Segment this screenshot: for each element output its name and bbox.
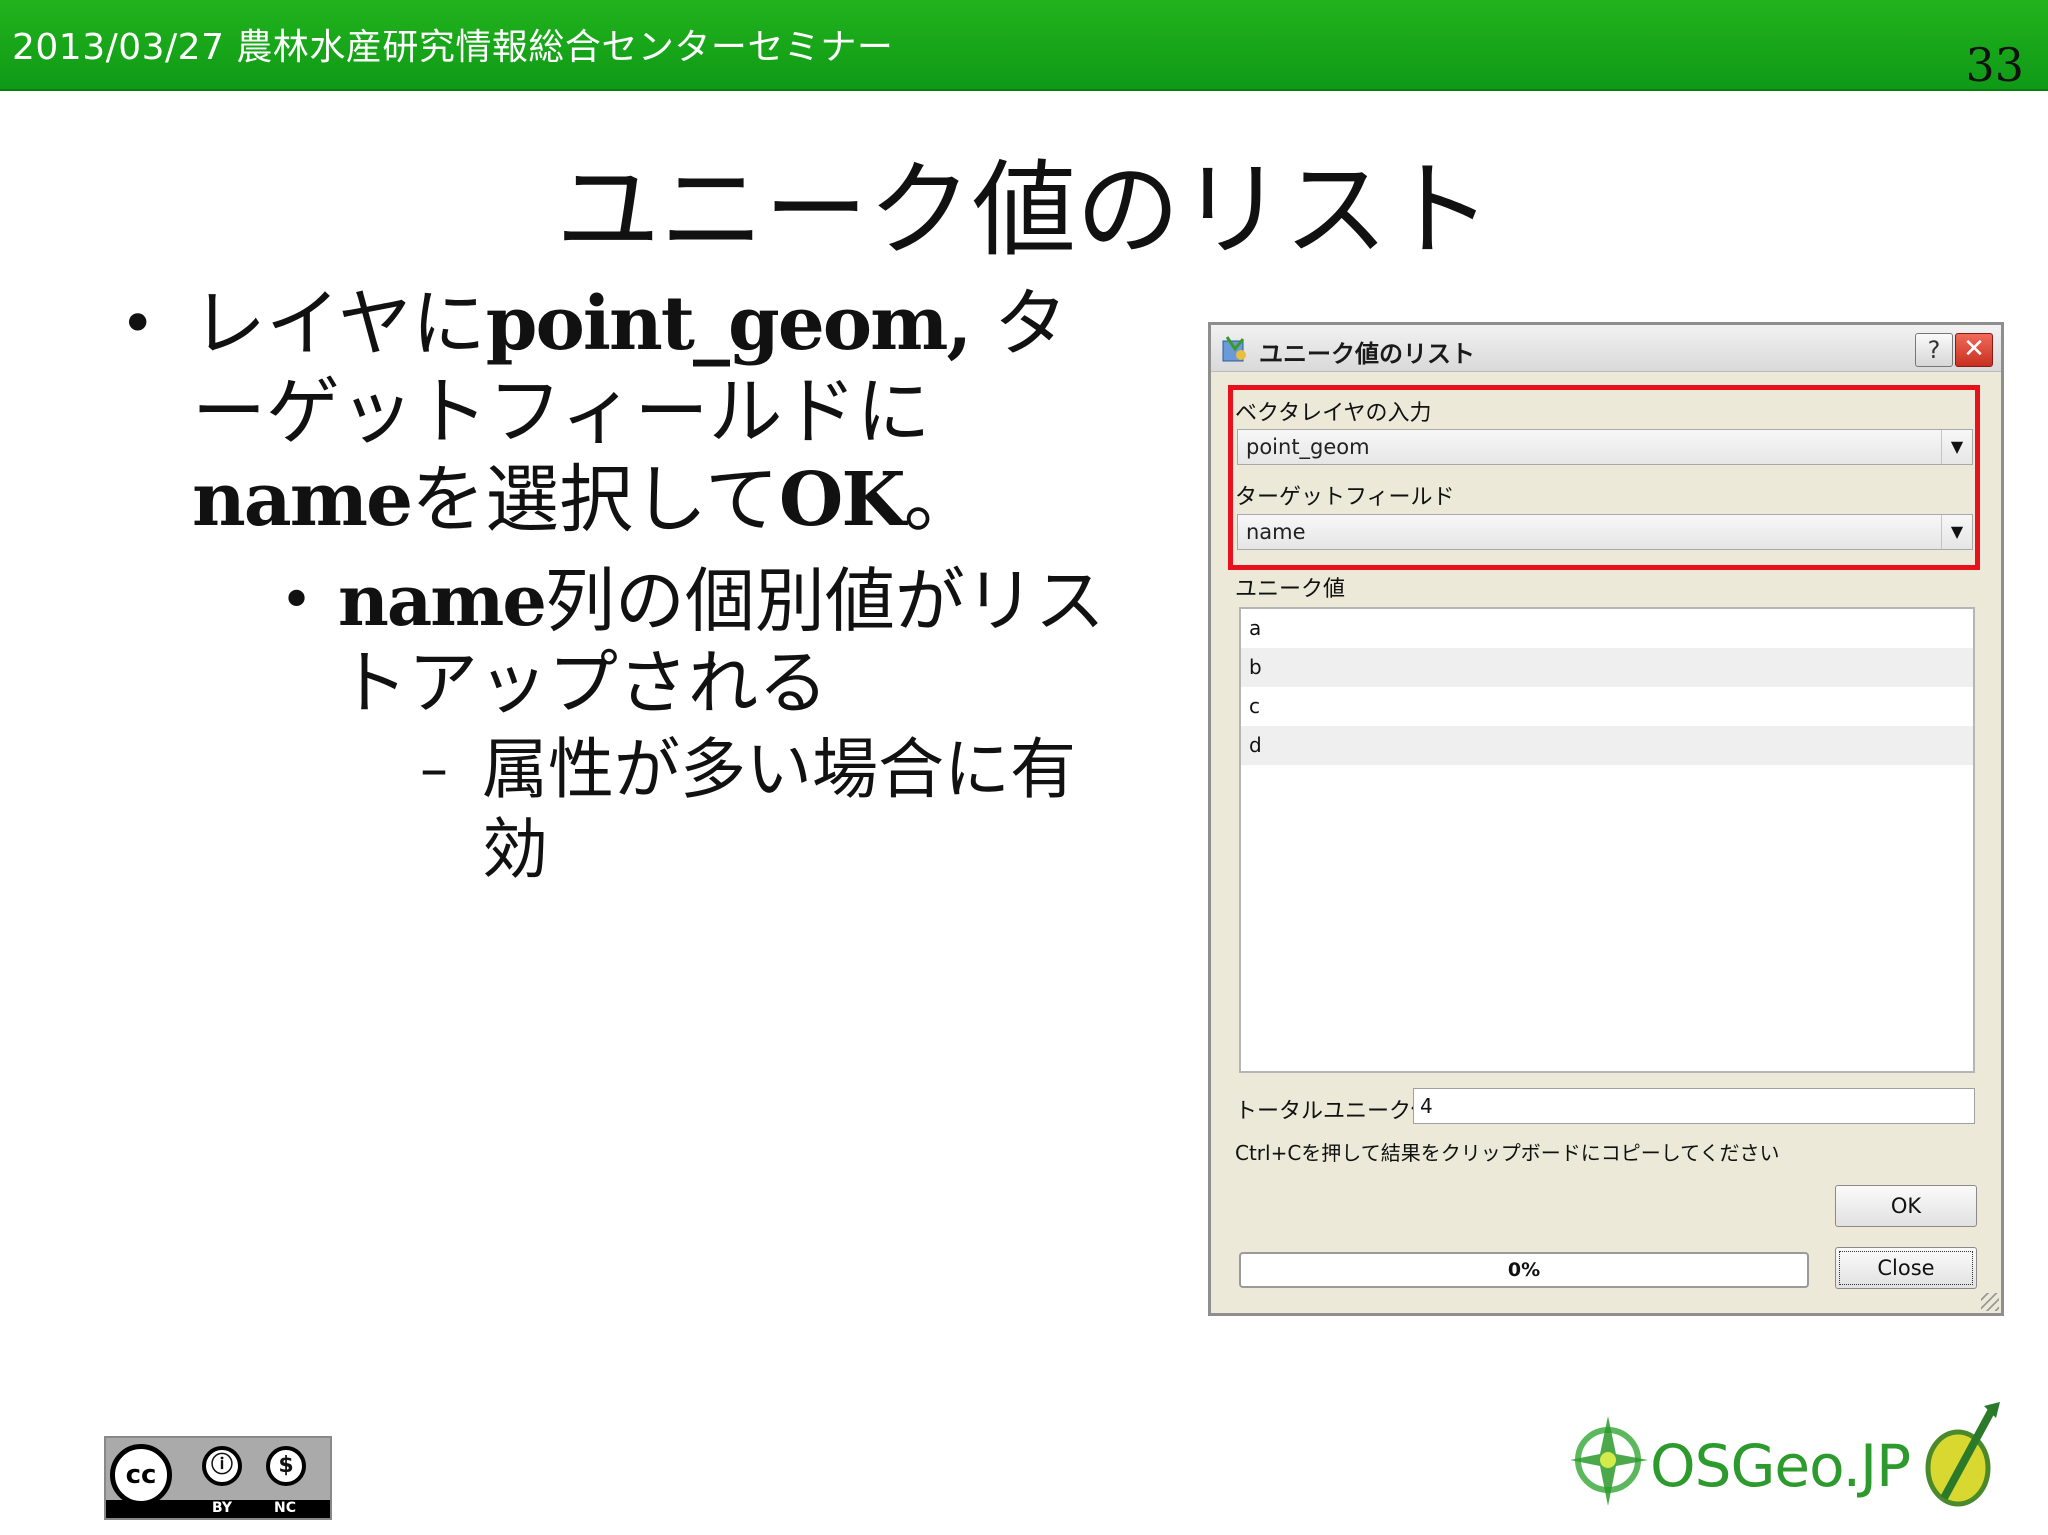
bullet-1-code-b: name	[192, 457, 413, 543]
qgis-plugin-icon	[1222, 336, 1246, 362]
bullet-2-code: name	[338, 559, 547, 642]
bullet-1-text-d: 。	[903, 457, 978, 543]
bullet-3: 属性が多い場合に有効	[420, 730, 1120, 890]
header-bar: 2013/03/27 農林水産研究情報総合センターセミナー 33	[0, 0, 2048, 92]
cc-icon: cc	[110, 1444, 172, 1506]
unique-values-list[interactable]: a b c d	[1239, 607, 1975, 1073]
cc-by-label: BY	[212, 1500, 233, 1516]
page-number: 33	[1965, 38, 2024, 92]
bullet-1: レイヤにpoint_geom, ターゲットフィールドにnameを選択してOK。	[120, 280, 1120, 544]
vector-layer-value: point_geom	[1246, 435, 1370, 459]
resize-grip[interactable]	[1981, 1293, 1999, 1311]
osgeo-compass-icon	[1570, 1416, 1648, 1506]
unique-values-label: ユニーク値	[1235, 577, 1346, 602]
total-unique-label: トータルユニーク値	[1235, 1099, 1434, 1124]
header-title: 2013/03/27 農林水産研究情報総合センターセミナー	[12, 27, 894, 68]
dialog-title: ユニーク値のリスト	[1259, 340, 1475, 368]
slide-title: ユニーク値のリスト	[555, 149, 1492, 271]
target-field-value: name	[1246, 520, 1306, 544]
list-item[interactable]: a	[1241, 609, 1973, 648]
chevron-down-icon[interactable]: ▼	[1941, 515, 1972, 549]
help-button[interactable]: ?	[1915, 333, 1953, 367]
cc-nc-label: NC	[274, 1500, 296, 1516]
chevron-down-icon[interactable]: ▼	[1941, 430, 1972, 464]
close-button[interactable]: Close	[1835, 1247, 1977, 1289]
unique-values-dialog: ユニーク値のリスト ? ✕ ベクタレイヤの入力 point_geom ▼ ターゲ…	[1208, 322, 2004, 1316]
ok-button[interactable]: OK	[1835, 1185, 1977, 1227]
vector-layer-label: ベクタレイヤの入力	[1235, 401, 1432, 426]
progress-text: 0%	[1507, 1259, 1541, 1281]
close-window-button[interactable]: ✕	[1955, 333, 1993, 367]
target-field-combo[interactable]: name ▼	[1237, 514, 1973, 550]
list-item[interactable]: c	[1241, 687, 1973, 726]
bullet-1-code-c: OK	[778, 457, 906, 543]
bullet-list: レイヤにpoint_geom, ターゲットフィールドにnameを選択してOK。 …	[120, 280, 1120, 890]
osgeo-text: OSGeo.JP	[1650, 1432, 1911, 1500]
noncommercial-icon: $	[266, 1446, 306, 1486]
vector-layer-combo[interactable]: point_geom ▼	[1237, 429, 1973, 465]
list-item[interactable]: d	[1241, 726, 1973, 765]
bullet-3-text: 属性が多い場合に有効	[482, 731, 1076, 888]
bullet-2: name列の個別値がリストアップされる	[280, 559, 1120, 725]
dialog-titlebar[interactable]: ユニーク値のリスト ? ✕	[1211, 325, 2001, 372]
cc-license-badge: cc ⓘ $ BY NC	[104, 1436, 332, 1520]
list-item[interactable]: b	[1241, 648, 1973, 687]
bullet-1-code-a: point_geom,	[485, 281, 972, 367]
attribution-icon: ⓘ	[202, 1446, 242, 1486]
progress-bar: 0%	[1239, 1252, 1809, 1288]
qgis-logo-icon	[1925, 1402, 2000, 1507]
total-unique-field[interactable]: 4	[1413, 1088, 1975, 1124]
osgeo-logo: OSGeo.JP	[1564, 1398, 2004, 1518]
bullet-1-text-c: を選択して	[411, 457, 779, 543]
target-field-label: ターゲットフィールド	[1235, 485, 1455, 510]
clipboard-hint: Ctrl+Cを押して結果をクリップボードにコピーしてください	[1235, 1141, 1780, 1165]
bullet-1-text-a: レイヤに	[192, 281, 486, 367]
